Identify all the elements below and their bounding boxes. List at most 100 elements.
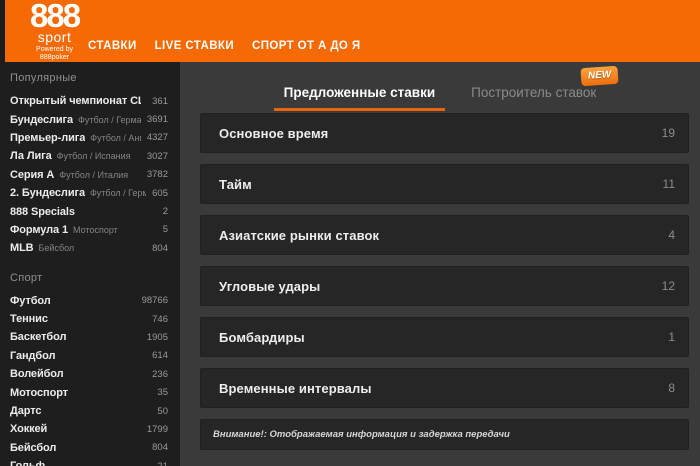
market-accordion-row[interactable]: Азиатские рынки ставок 4	[200, 215, 689, 255]
sidebar-item-sport[interactable]: Баскетбол 1905	[0, 328, 180, 346]
tab-offered-bets[interactable]: Предложенные ставки	[273, 85, 446, 111]
sidebar-item-name: MLB	[10, 242, 34, 255]
market-accordion-row[interactable]: Временные интервалы 8	[200, 368, 689, 408]
sidebar-item-name: Гандбол	[10, 349, 56, 362]
logo-888-text: 888	[30, 0, 81, 34]
sidebar-item-sport[interactable]: Хоккей 1799	[0, 420, 180, 438]
sidebar-item-name: Футбол	[10, 294, 51, 307]
new-badge: NEW	[580, 65, 619, 87]
market-count: 11	[662, 177, 675, 191]
sidebar-item-popular[interactable]: 2. Бундеслига Футбол / Германия 605	[0, 184, 180, 202]
sidebar-item-sport[interactable]: Волейбол 236	[0, 365, 180, 383]
sidebar-item-count: 50	[157, 405, 168, 417]
market-count: 19	[661, 126, 675, 140]
logo-sport-text: sport	[37, 29, 72, 45]
sidebar-item-count: 804	[152, 442, 168, 454]
sidebar-item-popular[interactable]: Премьер-лига Футбол / Англия 4327	[0, 129, 180, 147]
tab-bet-builder[interactable]: Построитель ставок NEW	[461, 65, 619, 111]
sidebar-item-count: 35	[157, 387, 168, 399]
sidebar-item-count: 804	[152, 242, 168, 254]
main-nav: СТАВКИ LIVE СТАВКИ СПОРТ ОТ А ДО Я	[88, 40, 361, 52]
sidebar-item-sport[interactable]: Бейсбол 804	[0, 439, 180, 457]
sidebar-item-count: 614	[152, 350, 168, 362]
nav-item-live-stavki[interactable]: LIVE СТАВКИ	[155, 40, 234, 52]
sidebar-item-name: Серия А	[10, 168, 55, 181]
sidebar-item-name: Теннис	[10, 313, 48, 326]
tab-bet-builder-label: Построитель ставок	[471, 85, 597, 100]
disclaimer-notice: Внимание!: Отображаемая информация и зад…	[200, 419, 689, 450]
sidebar-item-sport[interactable]: Теннис 746	[0, 310, 180, 328]
sidebar-popular-header: Популярные	[10, 72, 77, 84]
nav-item-sport-a-z[interactable]: СПОРТ ОТ А ДО Я	[252, 40, 361, 52]
market-label: Основное время	[219, 125, 329, 141]
market-count: 8	[668, 381, 675, 395]
popular-list: Открытый чемпионат США Тен... 361 Бундес…	[0, 92, 180, 258]
sidebar-item-category: Футбол / Испания	[56, 151, 131, 162]
sidebar-item-count: 2	[162, 206, 168, 218]
sidebar-item-name: Волейбол	[10, 368, 64, 381]
market-count: 1	[668, 330, 675, 344]
sidebar-item-count: 21	[151, 461, 168, 466]
sidebar-item-count: 746	[152, 313, 168, 325]
market-accordion-row[interactable]: Бомбардиры 1	[200, 317, 689, 357]
sidebar-item-name: Открытый чемпионат США	[10, 95, 141, 108]
market-label: Бомбардиры	[219, 329, 305, 345]
market-accordion-row[interactable]: Тайм 11	[200, 164, 689, 204]
sidebar-item-name: Бундеслига	[10, 113, 74, 126]
sidebar-item-popular[interactable]: Открытый чемпионат США Тен... 361	[0, 92, 180, 110]
sidebar-item-name: Гольф	[10, 460, 45, 466]
sidebar-item-count: 5	[162, 224, 168, 236]
main-content: Предложенные ставки Построитель ставок N…	[180, 62, 700, 466]
sidebar-item-category: Бейсбол	[38, 243, 75, 254]
sidebar-item-count: 3782	[146, 169, 168, 181]
sidebar-sport-header: Спорт	[10, 271, 43, 284]
market-count: 4	[668, 228, 675, 242]
sidebar-item-count: 4327	[146, 132, 168, 144]
sidebar-item-sport[interactable]: Гандбол 614	[0, 347, 180, 365]
sidebar-item-popular[interactable]: Формула 1 Мотоспорт 5	[0, 221, 180, 239]
sidebar-item-category: Футбол / Англия	[90, 132, 141, 143]
sidebar-item-name: Премьер-лига	[10, 131, 86, 144]
sidebar-item-name: Дартс	[10, 405, 42, 418]
sidebar-item-category: Мотоспорт	[73, 224, 118, 235]
sidebar-item-popular[interactable]: MLB Бейсбол 804	[0, 239, 180, 257]
market-label: Временные интервалы	[219, 380, 372, 396]
top-header: 888 sport Powered by 888poker СТАВКИ LIV…	[0, 0, 700, 62]
nav-item-stavki[interactable]: СТАВКИ	[88, 40, 137, 52]
sidebar-item-count: 3691	[146, 114, 168, 126]
market-label: Угловые удары	[219, 278, 321, 294]
market-accordion-row[interactable]: Основное время 19	[200, 113, 689, 153]
sidebar-item-category: Футбол / Германия	[89, 188, 147, 199]
sidebar-item-count: 236	[152, 368, 168, 380]
sidebar-item-sport[interactable]: Футбол 98766	[0, 292, 180, 310]
sidebar-item-name: Хоккей	[10, 423, 48, 436]
888sport-logo[interactable]: 888 sport Powered by 888poker	[30, 0, 81, 61]
sidebar-item-sport[interactable]: Гольф 21	[0, 457, 180, 466]
sidebar-item-popular[interactable]: Серия А Футбол / Италия 3782	[0, 166, 180, 184]
sidebar-item-name: 2. Бундеслига	[10, 187, 85, 200]
sidebar: Популярные Открытый чемпионат США Тен...…	[0, 62, 180, 466]
sports-list: Футбол 98766 Теннис 746 Баскетбол 1905 Г…	[0, 292, 180, 466]
market-label: Тайм	[219, 176, 252, 192]
sidebar-item-name: Формула 1	[10, 223, 69, 236]
sidebar-item-popular[interactable]: Ла Лига Футбол / Испания 3027	[0, 147, 180, 165]
market-accordion-row[interactable]: Угловые удары 12	[200, 266, 689, 306]
disclaimer-text: Внимание!: Отображаемая информация и зад…	[213, 429, 510, 440]
sidebar-item-count: 361	[152, 95, 168, 107]
sidebar-item-name: 888 Specials	[10, 205, 75, 218]
sidebar-item-count: 98766	[141, 295, 168, 307]
sidebar-item-count: 3027	[146, 150, 168, 162]
sidebar-item-name: Мотоспорт	[10, 386, 68, 399]
sidebar-item-count: 1799	[146, 423, 168, 435]
tabs-bar: Предложенные ставки Построитель ставок N…	[180, 62, 700, 111]
sidebar-item-name: Ла Лига	[10, 150, 52, 163]
market-count: 12	[661, 279, 675, 293]
sidebar-item-sport[interactable]: Мотоспорт 35	[0, 383, 180, 401]
sidebar-item-category: Футбол / Германия	[78, 114, 141, 125]
sidebar-item-popular[interactable]: 888 Specials 2	[0, 202, 180, 220]
sidebar-item-popular[interactable]: Бундеслига Футбол / Германия 3691	[0, 110, 180, 128]
powered-by-line1: Powered by	[36, 46, 74, 53]
sidebar-item-name: Бейсбол	[10, 441, 57, 454]
powered-by-line2: 888poker	[39, 53, 70, 61]
sidebar-item-sport[interactable]: Дартс 50	[0, 402, 180, 420]
